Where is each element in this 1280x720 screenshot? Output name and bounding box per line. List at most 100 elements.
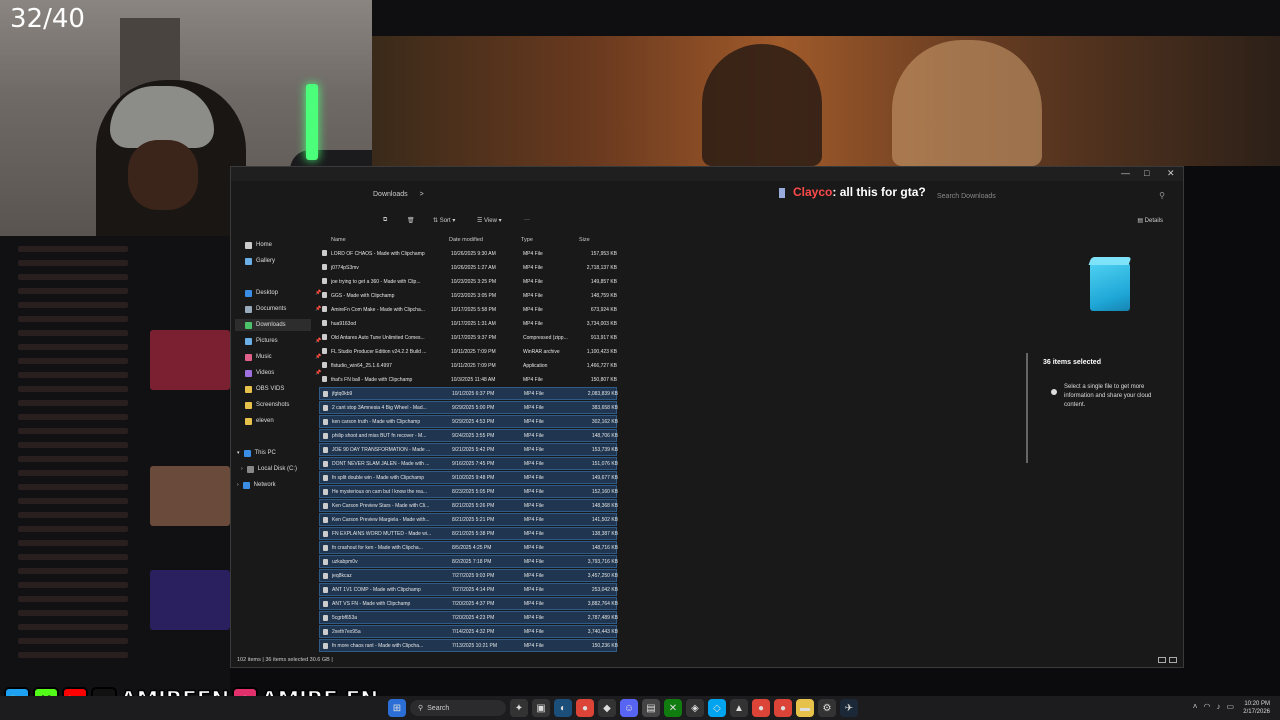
table-row[interactable]: ken carson truth - Made with Clipchamp 9/…: [319, 415, 618, 428]
table-row[interactable]: AmireFn Com Make - Made with Clipcha... 1…: [319, 303, 617, 316]
nav-item-pictures[interactable]: Pictures 📌: [245, 335, 321, 347]
table-row[interactable]: fn split double win - Made with Clipcham…: [319, 471, 618, 484]
table-row[interactable]: 5cgrbf653a 7/20/2025 4:23 PM MP4 File 2,787…: [319, 611, 618, 624]
file-type: MP4 File: [524, 474, 544, 481]
table-row[interactable]: ANT VS FN - Made with Clipchamp 7/20/2025…: [319, 597, 618, 610]
copilot-icon[interactable]: ✦: [510, 699, 528, 717]
discord-icon[interactable]: ☺: [620, 699, 638, 717]
chevron-up-icon[interactable]: ˄: [1193, 702, 1198, 711]
table-row[interactable]: Old Antares Auto Tune Unlimited Comes...…: [319, 331, 617, 344]
table-row[interactable]: hua9163od 10/17/2025 1:31 AM MP4 File 3,734…: [319, 317, 617, 330]
settings-icon[interactable]: ⚙: [818, 699, 836, 717]
file-explorer-window[interactable]: — □ ✕ Downloads > Clayco: all this for g…: [230, 166, 1184, 668]
search-placeholder: Search Downloads: [937, 193, 996, 200]
battery-icon[interactable]: ▭: [1226, 702, 1234, 711]
chrome-icon[interactable]: ●: [576, 699, 594, 717]
time-label: 10:20 PM: [1244, 701, 1270, 707]
search-input[interactable]: Search Downloads ⚲: [937, 191, 1177, 205]
column-header-size[interactable]: Size: [579, 237, 590, 243]
file-date: 8/2/2025 7:18 PM: [452, 558, 492, 565]
sort-button[interactable]: ⇅ Sort ▾: [433, 217, 455, 224]
table-row[interactable]: FL Studio Producer Edition v24.2.2 Build…: [319, 345, 617, 358]
nav-item-obs-vids[interactable]: OBS VIDS: [245, 383, 284, 395]
clock[interactable]: 10:20 PM 2/17/2026: [1243, 700, 1270, 716]
table-row[interactable]: joe trying to get a 360 - Made with Clip…: [319, 275, 617, 288]
scrollbar[interactable]: [1026, 353, 1028, 463]
table-row[interactable]: FN EXPLAINS WORD MUTTED - Made wi... 8/21…: [319, 527, 618, 540]
tiles-view-icon[interactable]: [1169, 657, 1177, 663]
taskbar-search[interactable]: ⚲ Search: [410, 700, 506, 716]
file-type: MP4 File: [524, 432, 544, 439]
file-icon: [322, 278, 327, 284]
more-options-button[interactable]: ···: [524, 217, 530, 223]
table-row[interactable]: He mysterious on cam but I know the rea.…: [319, 485, 618, 498]
nav-item-network[interactable]: › Network: [237, 479, 276, 491]
app-icon[interactable]: ◆: [598, 699, 616, 717]
edge-icon[interactable]: ◐: [554, 699, 572, 717]
column-header-name[interactable]: Name: [331, 237, 346, 243]
details-view-icon[interactable]: [1158, 657, 1166, 663]
table-row[interactable]: ANT 1V1 COMP - Made with Clipchamp 7/27/2…: [319, 583, 618, 596]
table-row[interactable]: 2 cant stop 3Amnesia 4 Big Wheel - Mad..…: [319, 401, 618, 414]
chrome-icon[interactable]: ●: [752, 699, 770, 717]
details-button[interactable]: ▤ Details: [1137, 217, 1163, 224]
column-header-date[interactable]: Date modified: [449, 237, 483, 243]
share-icon[interactable]: ⧉: [383, 217, 387, 224]
table-row[interactable]: jeq8kcaz 7/27/2025 9:03 PM MP4 File 3,457,2…: [319, 569, 618, 582]
title-bar[interactable]: — □ ✕: [231, 167, 1183, 181]
background-thumbnail: [150, 330, 230, 390]
file-explorer-icon[interactable]: ▬: [796, 699, 814, 717]
app-icon[interactable]: ◇: [708, 699, 726, 717]
wifi-icon[interactable]: ◠: [1203, 702, 1210, 711]
table-row[interactable]: GGS - Made with Clipchamp 10/23/2025 3:05…: [319, 289, 617, 302]
nav-item-music[interactable]: Music 📌: [245, 351, 321, 363]
table-row[interactable]: j0774pS3mv 10/26/2025 1:27 AM MP4 File 2,71…: [319, 261, 617, 274]
table-row[interactable]: fn crashout for ken - Made with Clipcha.…: [319, 541, 618, 554]
file-list: Name Date modified Type Size LORD OF CHA…: [317, 233, 618, 659]
table-row[interactable]: fn more chaos rant - Made with Clipcha..…: [319, 639, 618, 652]
close-button[interactable]: ✕: [1167, 168, 1175, 179]
app-icon[interactable]: ▲: [730, 699, 748, 717]
table-row[interactable]: philip shoot and miss BUT fn recover - M…: [319, 429, 618, 442]
nav-item-eleven[interactable]: eleven: [245, 415, 274, 427]
table-row[interactable]: uzkabpm0v 8/2/2025 7:18 PM MP4 File 3,793,7…: [319, 555, 618, 568]
minimize-button[interactable]: —: [1121, 168, 1130, 178]
table-row[interactable]: 2xeth7ex95a 7/14/2025 4:32 PM MP4 File 3,74…: [319, 625, 618, 638]
breadcrumb-downloads[interactable]: Downloads: [373, 191, 408, 198]
steam-icon[interactable]: ✈: [840, 699, 858, 717]
nav-item-videos[interactable]: Videos 📌: [245, 367, 321, 379]
table-row[interactable]: flstudio_win64_25.1.6.4997 10/11/2025 7:0…: [319, 359, 617, 372]
view-button[interactable]: ☰ View ▾: [477, 217, 502, 224]
nav-item-this-pc[interactable]: ▾ This PC: [237, 447, 276, 459]
table-row[interactable]: that's FN ball - Made with Clipchamp 10/3…: [319, 373, 617, 386]
nav-item-desktop[interactable]: Desktop 📌: [245, 287, 321, 299]
table-row[interactable]: LORD OF CHAOS - Made with Clipchamp 10/26…: [319, 247, 617, 260]
nav-item-local-disk[interactable]: › Local Disk (C:): [241, 463, 297, 475]
delete-icon[interactable]: 🗑: [407, 217, 415, 224]
app-icon[interactable]: ◈: [686, 699, 704, 717]
address-bar[interactable]: Downloads >: [373, 191, 424, 198]
maximize-button[interactable]: □: [1144, 168, 1149, 178]
nav-item-downloads[interactable]: Downloads: [235, 319, 311, 331]
table-row[interactable]: JOE 90 DAY TRANSFORMATION - Made ... 9/21…: [319, 443, 618, 456]
file-date: 7/20/2025 4:23 PM: [452, 614, 495, 621]
column-header-type[interactable]: Type: [521, 237, 533, 243]
task-view-icon[interactable]: ▣: [532, 699, 550, 717]
file-name: fn more chaos rant - Made with Clipcha..…: [332, 642, 424, 649]
start-icon[interactable]: ⊞: [388, 699, 406, 717]
volume-icon[interactable]: ♪: [1216, 702, 1220, 711]
nav-item-gallery[interactable]: Gallery: [245, 255, 275, 267]
chrome-icon[interactable]: ●: [774, 699, 792, 717]
file-icon: [323, 587, 328, 593]
table-row[interactable]: jfgtq0kb9 10/1/2025 6:37 PM MP4 File 2,083,…: [319, 387, 618, 400]
nav-item-screenshots[interactable]: Screenshots: [245, 399, 289, 411]
table-row[interactable]: Ken Carson Preview Stars - Made with Cli…: [319, 499, 618, 512]
app-icon[interactable]: ▤: [642, 699, 660, 717]
nav-item-documents[interactable]: Documents 📌: [245, 303, 321, 315]
nav-item-home[interactable]: Home: [245, 239, 272, 251]
xbox-icon[interactable]: ✕: [664, 699, 682, 717]
system-tray[interactable]: ˄ ◠ ♪ ▭: [1193, 702, 1234, 711]
table-row[interactable]: Ken Carson Preview Margiela - Made with.…: [319, 513, 618, 526]
file-size: 148,716 KB: [591, 544, 618, 551]
table-row[interactable]: DONT NEVER SLAM JALEN - Made with ... 9/1…: [319, 457, 618, 470]
